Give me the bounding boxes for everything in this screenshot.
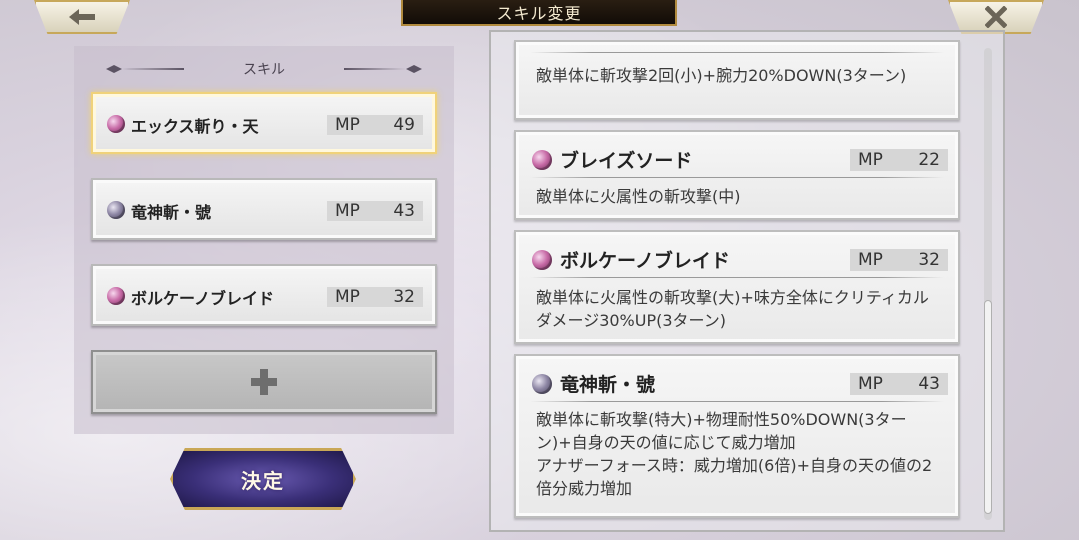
close-icon	[985, 6, 1007, 28]
mp-label: MP	[335, 201, 360, 221]
skill-name: 竜神斬・號	[560, 374, 656, 396]
skill-name: ボルケーノブレイド	[131, 289, 275, 308]
skill-card[interactable]: ボルケーノブレイド MP 32 敵単体に火属性の斬攻撃(大)+味方全体にクリティ…	[514, 230, 960, 344]
card-divider	[530, 277, 944, 278]
skill-card[interactable]: ブレイズソード MP 22 敵単体に火属性の斬攻撃(中)	[514, 130, 960, 220]
mp-value: 32	[393, 287, 415, 307]
mp-label: MP	[335, 115, 360, 135]
skill-description: 敵単体に斬攻撃(特大)+物理耐性50%DOWN(3ターン)+自身の天の値に応じて…	[536, 410, 933, 498]
skill-slot-3[interactable]: ボルケーノブレイド MP 32	[91, 264, 437, 326]
skill-name: ボルケーノブレイド	[560, 250, 730, 272]
pink-skill-orb-icon	[532, 150, 552, 170]
confirm-button[interactable]: 決定	[170, 448, 356, 510]
skill-name: エックス斬り・天	[131, 117, 259, 136]
mp-label: MP	[858, 250, 883, 270]
panel-header: スキル	[104, 58, 424, 80]
skill-slot-2[interactable]: 竜神斬・號 MP 43	[91, 178, 437, 240]
mp-value: 49	[393, 115, 415, 135]
skill-slot-1[interactable]: エックス斬り・天 MP 49	[91, 92, 437, 154]
mp-value: 43	[918, 374, 940, 394]
back-arrow-icon	[69, 9, 95, 25]
skill-name: ブレイズソード	[560, 150, 693, 172]
equipped-skills-panel: スキル エックス斬り・天 MP 49 竜神斬・號 MP 43 ボルケーノブレイド…	[74, 46, 454, 434]
mp-value: 22	[918, 150, 940, 170]
page-title: スキル変更	[401, 0, 677, 26]
panel-heading: スキル	[243, 62, 285, 78]
card-divider	[530, 52, 944, 53]
scrollbar-thumb[interactable]	[984, 300, 992, 514]
mp-label: MP	[335, 287, 360, 307]
ornament-right-icon	[344, 65, 422, 73]
mp-value: 32	[918, 250, 940, 270]
mp-cost: MP 49	[327, 115, 423, 135]
close-button[interactable]	[948, 0, 1044, 34]
back-button[interactable]	[34, 0, 130, 34]
gray-skill-orb-icon	[107, 201, 125, 219]
skill-card[interactable]: 敵単体に斬攻撃2回(小)+腕力20%DOWN(3ターン)	[514, 40, 960, 120]
pink-skill-orb-icon	[532, 250, 552, 270]
mp-cost: MP 22	[850, 149, 948, 171]
skill-name: 竜神斬・號	[131, 203, 212, 222]
ornament-left-icon	[106, 65, 184, 73]
mp-cost: MP 43	[850, 373, 948, 395]
mp-label: MP	[858, 374, 883, 394]
card-divider	[530, 177, 944, 178]
skill-description: 敵単体に斬攻撃2回(小)+腕力20%DOWN(3ターン)	[536, 66, 907, 85]
skill-description: 敵単体に火属性の斬攻撃(大)+味方全体にクリティカルダメージ30%UP(3ターン…	[536, 288, 929, 330]
card-divider	[530, 401, 944, 402]
mp-value: 43	[393, 201, 415, 221]
pink-skill-orb-icon	[107, 287, 125, 305]
plus-icon	[251, 369, 277, 395]
pink-skill-orb-icon	[107, 115, 125, 133]
add-skill-button[interactable]	[91, 350, 437, 414]
gray-skill-orb-icon	[532, 374, 552, 394]
mp-cost: MP 43	[327, 201, 423, 221]
mp-cost: MP 32	[327, 287, 423, 307]
mp-label: MP	[858, 150, 883, 170]
mp-cost: MP 32	[850, 249, 948, 271]
skill-card[interactable]: 竜神斬・號 MP 43 敵単体に斬攻撃(特大)+物理耐性50%DOWN(3ターン…	[514, 354, 960, 518]
skill-description: 敵単体に火属性の斬攻撃(中)	[536, 187, 741, 206]
